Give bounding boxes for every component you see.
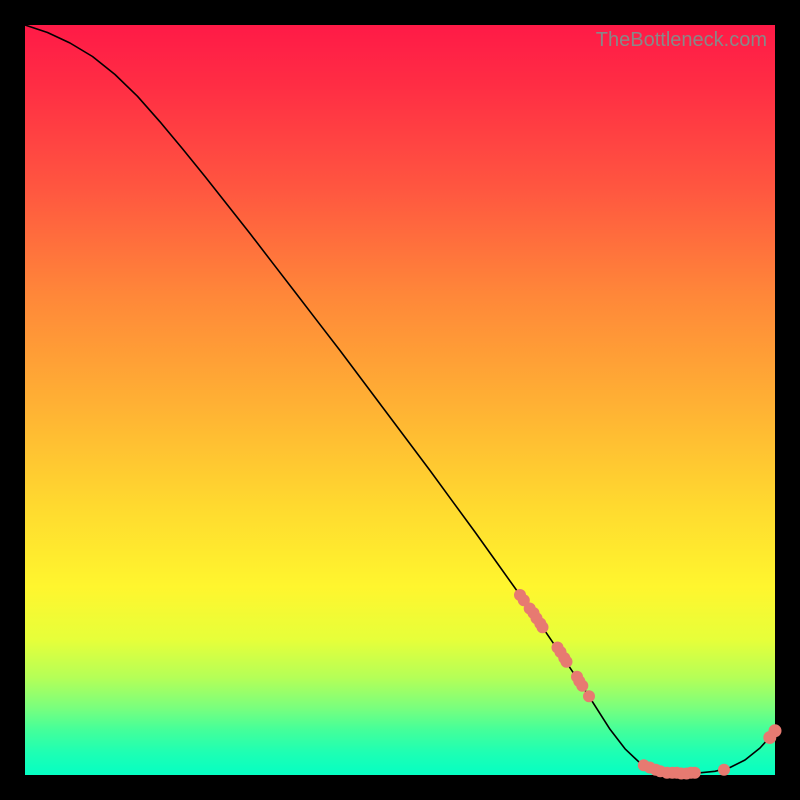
data-point	[718, 764, 730, 776]
data-point	[576, 680, 588, 692]
data-point	[537, 621, 549, 633]
data-point	[561, 656, 573, 668]
chart-gradient-area: TheBottleneck.com	[25, 25, 775, 775]
bottleneck-curve	[25, 25, 775, 774]
data-point	[689, 767, 701, 779]
scatter-dots	[514, 589, 782, 780]
chart-canvas	[25, 25, 775, 775]
data-point	[583, 690, 595, 702]
data-point	[769, 724, 782, 737]
